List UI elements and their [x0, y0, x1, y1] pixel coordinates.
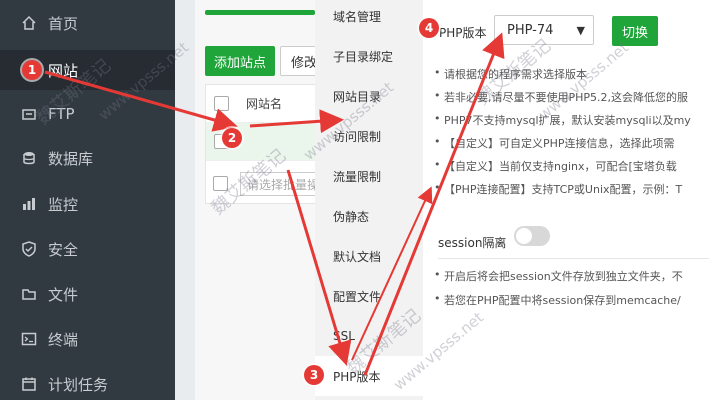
menu-item-php-version[interactable]: PHP版本	[315, 356, 423, 396]
list-item: 【自定义】可自定义PHP连接信息，选择此项需	[430, 135, 709, 157]
site-settings-menu: 域名管理 子目录绑定 网站目录 访问限制 流量限制 伪静态 默认文档 配置文件 …	[315, 0, 423, 400]
sidebar: 首页 网站 FTP 数据库 监控 安全 文件 终端 计划任务	[0, 0, 175, 400]
sidebar-item-security[interactable]: 安全	[0, 229, 175, 269]
menu-item-subdir[interactable]: 子目录绑定	[315, 36, 423, 76]
menu-item-access-limit[interactable]: 访问限制	[315, 116, 423, 156]
list-item: 若非必要,请尽量不要使用PHP5.2,这会降低您的服	[430, 89, 709, 111]
list-item: 开启后将会把session文件存放到独立文件夹，不	[430, 268, 709, 290]
sidebar-item-label: 计划任务	[48, 375, 109, 394]
monitor-icon	[20, 195, 38, 213]
annotation-badge-1: 1	[22, 60, 42, 80]
php-version-select[interactable]: PHP-74 ▼	[494, 15, 594, 45]
menu-item-config-file[interactable]: 配置文件	[315, 276, 423, 316]
column-site-name: 网站名	[246, 97, 283, 111]
terminal-icon	[20, 330, 38, 348]
menu-item-rewrite[interactable]: 伪静态	[315, 196, 423, 236]
php-version-label: PHP版本	[439, 26, 487, 40]
sidebar-item-cron[interactable]: 计划任务	[0, 364, 175, 400]
sidebar-item-ftp[interactable]: FTP	[0, 94, 175, 134]
list-item: PHP7不支持mysql扩展，默认安装mysqli以及my	[430, 112, 709, 134]
database-icon	[20, 149, 38, 167]
sidebar-item-label: 终端	[48, 330, 79, 349]
home-icon	[20, 14, 38, 32]
sidebar-item-monitor[interactable]: 监控	[0, 184, 175, 224]
annotation-badge-4: 4	[419, 18, 439, 38]
list-item: 若您在PHP配置中将session保存到memcache/	[430, 292, 709, 314]
php-version-selected: PHP-74	[507, 22, 554, 38]
sidebar-item-label: 网站	[48, 61, 79, 80]
switch-button[interactable]: 切换	[612, 16, 658, 46]
sidebar-item-label: 监控	[48, 195, 79, 214]
divider	[438, 258, 709, 259]
session-isolation-label: session隔离	[438, 236, 507, 250]
header-green-strip	[205, 10, 315, 15]
sidebar-item-database[interactable]: 数据库	[0, 138, 175, 178]
sidebar-item-label: 数据库	[48, 149, 94, 168]
batch-action-select[interactable]: 请选择批量操	[240, 172, 325, 196]
table-header: 网站名	[206, 85, 321, 123]
sidebar-item-label: 首页	[48, 14, 79, 33]
calendar-icon	[20, 375, 38, 393]
sidebar-item-files[interactable]: 文件	[0, 274, 175, 314]
session-isolation-toggle[interactable]	[514, 226, 550, 246]
menu-item-domain[interactable]: 域名管理	[315, 0, 423, 36]
select-all-checkbox[interactable]	[214, 96, 229, 111]
toggle-knob	[516, 228, 532, 244]
folder-icon	[20, 285, 38, 303]
annotation-badge-3: 3	[304, 365, 324, 385]
ftp-icon	[20, 105, 38, 123]
menu-item-traffic-limit[interactable]: 流量限制	[315, 156, 423, 196]
batch-checkbox[interactable]	[213, 176, 228, 191]
list-item: 【自定义】当前仅支持nginx，可配合[宝塔负载	[430, 158, 709, 180]
list-item: 【PHP连接配置】支持TCP或Unix配置，示例：T	[430, 181, 709, 203]
menu-item-ssl[interactable]: SSL	[315, 316, 423, 356]
menu-item-site-dir[interactable]: 网站目录	[315, 76, 423, 116]
chevron-down-icon: ▼	[576, 24, 585, 37]
list-item: 请根据您的程序需求选择版本	[430, 66, 709, 88]
annotation-badge-2: 2	[222, 128, 242, 148]
sidebar-item-label: 安全	[48, 240, 79, 259]
add-site-button[interactable]: 添加站点	[205, 46, 275, 76]
sidebar-item-label: 文件	[48, 285, 79, 304]
menu-item-default-doc[interactable]: 默认文档	[315, 236, 423, 276]
sidebar-item-terminal[interactable]: 终端	[0, 319, 175, 359]
shield-icon	[20, 240, 38, 258]
sidebar-item-label: FTP	[48, 105, 75, 123]
sidebar-item-home[interactable]: 首页	[0, 3, 175, 43]
